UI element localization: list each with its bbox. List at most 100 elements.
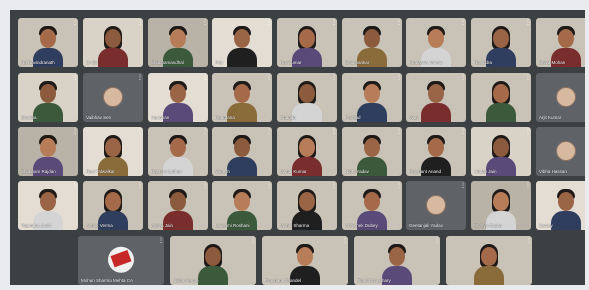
participant-tile[interactable]: ⋮ Shreya Gupta [471,181,531,230]
more-vert-icon[interactable]: ⋮ [396,183,402,190]
participant-name: Hriday Jain [474,169,497,174]
more-vert-icon[interactable]: ⋮ [434,238,440,245]
participant-tile[interactable]: ⋮ Geetanjali Yadav [406,181,466,230]
participant-tile[interactable]: ⋮ Prashant Chandel [262,236,348,285]
participant-tile[interactable]: ⋮ Nikita Verma [170,236,256,285]
participant-tile[interactable]: ⋮ Aditya Jain [148,181,208,230]
more-vert-icon[interactable]: ⋮ [266,20,272,27]
participant-tile[interactable]: ⋮ Vaibhav Sen [83,73,143,122]
participant-name: Dr Sit [86,60,98,65]
participant-avatar [426,194,446,215]
participant-tile[interactable]: ⋮ Chanda [277,73,337,122]
more-vert-icon[interactable]: ⋮ [331,75,337,82]
participant-tile[interactable]: ⋮ Shubhamandhal [148,18,208,67]
participant-tile[interactable]: ⋮ Lakshmi Roshani [212,181,272,230]
participant-tile[interactable]: ⋮ Shubhankar [342,18,402,67]
participant-tile[interactable]: ⋮ Dr Sit [83,18,143,67]
participant-tile[interactable]: ⋮ Yogesh [212,127,272,176]
participant-tile[interactable]: ⋮ Ravindra [471,18,531,67]
participant-tile[interactable]: ⋮ Haanhan [148,73,208,122]
participant-name: Rashmi Jadhav [151,169,183,174]
participant-name: Vijay [409,115,419,120]
more-vert-icon[interactable]: ⋮ [72,183,78,190]
more-vert-icon[interactable]: ⋮ [526,238,532,245]
participant-tile[interactable]: ⋮ Prashant Anand [406,127,466,176]
more-vert-icon[interactable]: ⋮ [396,75,402,82]
participant-tile[interactable]: ⋮ Mohan Sharma Mehta CA [78,236,164,285]
more-vert-icon[interactable]: ⋮ [396,20,402,27]
participant-tile[interactable]: ⋮ Rohit Choudhary [354,236,440,285]
more-vert-icon[interactable]: ⋮ [266,75,272,82]
participant-tile[interactable]: ⋮ Wrajasha Jahnla [406,18,466,67]
participant-tile[interactable]: ⋮ Shubha [18,73,78,122]
participant-tile[interactable]: ⋮ Rashmi Jadhav [148,127,208,176]
participant-video [472,241,506,285]
participant-name: Vishal Kumar [280,169,307,174]
participant-name: Shubha [21,115,37,120]
participant-name: Geetanjali Yadav [409,223,443,228]
participant-tile[interactable]: ⋮ Priy [212,18,272,67]
participant-tile[interactable]: ⋮ Abhishek Dubey [342,181,402,230]
participant-tile[interactable]: ⋮ Vishal Kumar [277,127,337,176]
participant-tile[interactable]: ⋮Shiva Mohan [536,18,585,67]
participant-name: Prashant Anand [409,169,442,174]
participant-tile[interactable]: ⋮ Rangrana [212,73,272,122]
more-vert-icon[interactable]: ⋮ [250,238,256,245]
more-vert-icon[interactable]: ⋮ [202,75,208,82]
participant-name: Vaibhav Sen [86,115,112,120]
participant-name: Priy [215,60,223,65]
more-vert-icon[interactable]: ⋮ [72,75,78,82]
more-vert-icon[interactable]: ⋮ [158,238,164,245]
participant-tile[interactable]: ⋮ Vijay [406,73,466,122]
participant-tile[interactable]: ⋮ [471,73,531,122]
participant-tile[interactable]: ⋮Vibha Hassan [536,127,585,176]
participant-name: Rangrana [215,115,235,120]
meeting-grid: ⋮ Nu Ravindranath ⋮ Dr Sit ⋮ Shubhamandhal ⋮ Pr… [10,10,585,285]
participant-tile[interactable]: ⋮ Prahlad [342,73,402,122]
more-vert-icon[interactable]: ⋮ [137,20,143,27]
participant-name: Prashant Chandel [265,278,302,283]
participant-tile[interactable]: ⋮ Shubham Rajdan [18,127,78,176]
more-vert-icon[interactable]: ⋮ [266,183,272,190]
more-vert-icon[interactable]: ⋮ [202,129,208,136]
participant-name: Yogesh [215,169,230,174]
participant-name: Sanjay [539,223,553,228]
participant-tile[interactable]: ⋮ Hriday Jain [471,127,531,176]
participant-tile[interactable]: ⋮ Ravikumar [277,18,337,67]
more-vert-icon[interactable]: ⋮ [460,183,466,190]
more-vert-icon[interactable]: ⋮ [342,238,348,245]
participant-tile[interactable]: ⋮Sanjay [536,181,585,230]
participant-tile[interactable]: ⋮ Ashok Verma [83,181,143,230]
more-vert-icon[interactable]: ⋮ [460,129,466,136]
more-vert-icon[interactable]: ⋮ [266,129,272,136]
more-vert-icon[interactable]: ⋮ [137,183,143,190]
participant-avatar [556,140,576,161]
more-vert-icon[interactable]: ⋮ [525,183,531,190]
participant-tile[interactable]: ⋮ Nidhi Yadav [342,127,402,176]
participant-name: Mohan Sharma Mehta CA [81,278,134,283]
more-vert-icon[interactable]: ⋮ [72,20,78,27]
more-vert-icon[interactable]: ⋮ [396,129,402,136]
more-vert-icon[interactable]: ⋮ [460,20,466,27]
participant-name: Haanhan [151,115,170,120]
more-vert-icon[interactable]: ⋮ [202,183,208,190]
more-vert-icon[interactable]: ⋮ [137,129,143,136]
participant-tile[interactable]: ⋮Arjit Kumar [536,73,585,122]
more-vert-icon[interactable]: ⋮ [331,20,337,27]
participant-name: Abhishek Dubey [345,223,378,228]
more-vert-icon[interactable]: ⋮ [331,129,337,136]
participant-name: Ravikumar [280,60,302,65]
more-vert-icon[interactable]: ⋮ [525,75,531,82]
more-vert-icon[interactable]: ⋮ [137,75,143,82]
more-vert-icon[interactable]: ⋮ [72,129,78,136]
participant-tile[interactable]: ⋮ Vishal Sharma [277,181,337,230]
participant-tile[interactable]: ⋮ [446,236,532,285]
more-vert-icon[interactable]: ⋮ [525,129,531,136]
more-vert-icon[interactable]: ⋮ [525,20,531,27]
participant-tile[interactable]: ⋮ Rajendra Joshi [18,181,78,230]
participant-tile[interactable]: ⋮ Nu Ravindranath [18,18,78,67]
participant-tile[interactable]: ⋮ Ravi Talwalkar [83,127,143,176]
more-vert-icon[interactable]: ⋮ [331,183,337,190]
more-vert-icon[interactable]: ⋮ [202,20,208,27]
more-vert-icon[interactable]: ⋮ [460,75,466,82]
